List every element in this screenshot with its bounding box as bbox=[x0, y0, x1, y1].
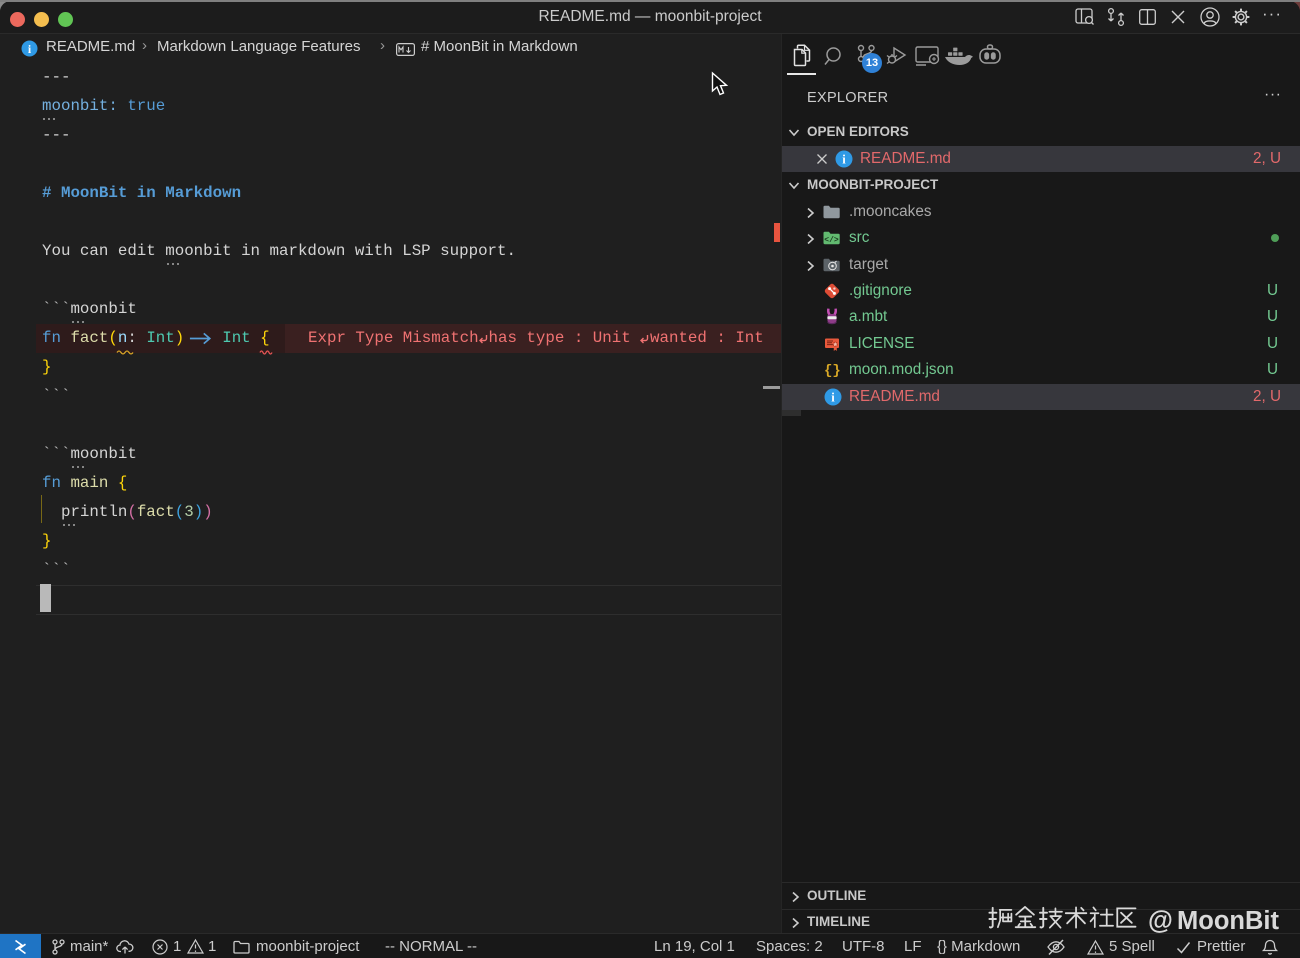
svg-text:i: i bbox=[831, 391, 835, 405]
svg-text:</>: </> bbox=[824, 236, 839, 245]
svg-text:i: i bbox=[842, 153, 846, 167]
